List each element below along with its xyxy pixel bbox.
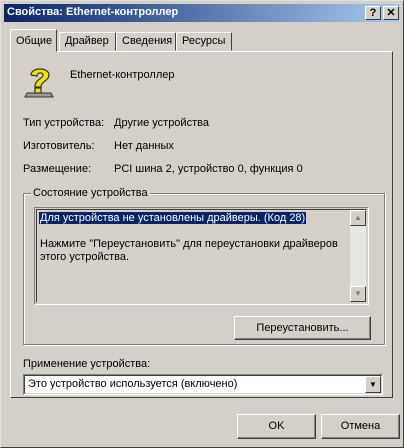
cancel-button[interactable]: Отмена	[321, 414, 400, 439]
tab-label: Драйвер	[65, 35, 109, 47]
tab-resources[interactable]: Ресурсы	[176, 32, 232, 51]
ok-button[interactable]: OK	[237, 414, 316, 439]
help-button[interactable]: ?	[365, 6, 381, 20]
close-icon: ✕	[386, 7, 396, 19]
window-title: Свойства: Ethernet-контроллер	[7, 6, 179, 18]
properties-dialog: Свойства: Ethernet-контроллер ? ✕ Общие …	[0, 0, 404, 448]
tab-general[interactable]: Общие	[10, 29, 57, 52]
tab-label: Ресурсы	[182, 35, 226, 47]
close-button[interactable]: ✕	[383, 6, 399, 20]
tab-details[interactable]: Сведения	[116, 32, 176, 51]
tab-label: Общие	[16, 35, 53, 47]
tab-panel-general	[10, 51, 393, 398]
tab-driver[interactable]: Драйвер	[59, 32, 116, 51]
title-bar[interactable]: Свойства: Ethernet-контроллер ? ✕	[4, 4, 400, 22]
tab-label: Сведения	[122, 35, 173, 47]
